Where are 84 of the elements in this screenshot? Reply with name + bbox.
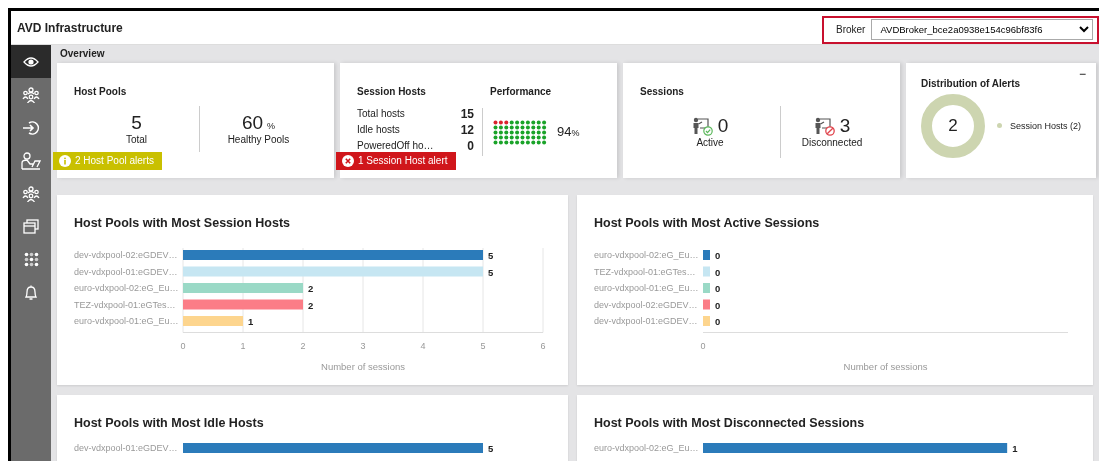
category-label: dev-vdxpool-01:eGDEV… [74, 266, 178, 277]
person-laptop-icon [21, 151, 41, 170]
bar-value-label: 5 [488, 266, 494, 278]
card-title: Sessions [640, 86, 684, 98]
stat-value: 60 [241, 111, 264, 135]
bar-value-label: 2 [308, 283, 314, 294]
chart-title: Host Pools with Most Session Hosts [74, 215, 290, 232]
axis-tick-label: 2 [300, 340, 306, 351]
stat-value: 15 [460, 106, 474, 122]
bar-value-label: 2 [308, 299, 314, 311]
stat-label: PoweredOff ho… [357, 140, 434, 152]
stat-value: 3 [839, 114, 851, 138]
bar-value-label: 0 [715, 266, 721, 278]
presenter-blocked-icon [813, 116, 836, 136]
bar-value-label: 1 [1012, 443, 1018, 454]
axis-tick-label: 5 [480, 340, 486, 351]
category-label: TEZ-vdxpool-01:eGTes… [74, 299, 176, 310]
card-title: Host Pools [74, 86, 127, 98]
sign-in-icon [22, 119, 40, 136]
bar-value-label: 5 [488, 443, 494, 454]
category-label: euro-vdxpool-02:eG_Eu… [74, 283, 179, 293]
category-label: euro-vdxpool-01:eG_Eu… [74, 316, 179, 326]
axis-title: Number of sessions [321, 360, 405, 372]
broker-label: Broker [836, 23, 866, 37]
unit-label: % [267, 120, 276, 132]
stat-value: 5 [131, 111, 142, 135]
card-title: Performance [490, 86, 552, 98]
bar-value-label: 5 [488, 250, 494, 261]
bar-value-label: 1 [248, 316, 254, 327]
sidebar-item[interactable] [11, 45, 51, 78]
bar [183, 316, 243, 326]
axis-tick-label: 3 [360, 340, 366, 351]
stat-value: 94 [557, 124, 572, 140]
bar-value-label: 0 [715, 283, 721, 294]
stat-label: Active [696, 137, 724, 150]
eye-icon [23, 55, 39, 68]
category-label: dev-vdxpool-01:eGDEV… [74, 443, 178, 453]
category-label: euro-vdxpool-01:eG_Eu… [594, 283, 699, 293]
people-group-icon [22, 86, 40, 103]
legend-label: Session Hosts (2) [1010, 120, 1082, 132]
donut-total: 2 [948, 115, 958, 137]
window-title: AVD Infrastructure [17, 19, 123, 37]
unit-label: % [571, 128, 580, 139]
bar-value-label: 0 [715, 316, 721, 327]
dots-grid-icon [23, 252, 39, 267]
axis-tick-label: 6 [540, 340, 546, 351]
chart-title: Host Pools with Most Disconnected Sessions [594, 415, 865, 432]
stat-value: 0 [717, 114, 729, 138]
info-icon [59, 155, 71, 167]
broker-dropdown[interactable]: AVDBroker_bce2a0938e154c96bf83f6 [871, 19, 1093, 40]
stat-label: Total [125, 134, 148, 147]
axis-tick-label: 4 [420, 340, 426, 351]
category-label: dev-vdxpool-02:eGDEV… [74, 250, 178, 260]
category-label: euro-vdxpool-02:eG_Eu… [594, 250, 699, 260]
stat-label: Idle hosts [357, 124, 400, 136]
minimize-button[interactable]: − [1079, 68, 1086, 80]
stat-value: 12 [460, 122, 474, 138]
section-title: Overview [59, 47, 106, 61]
health-dot-matrix [493, 119, 549, 145]
chart-title: Host Pools with Most Idle Hosts [74, 415, 264, 432]
chart-title: Host Pools with Most Active Sessions [594, 215, 820, 232]
people-group-icon [22, 185, 40, 202]
bell-icon [24, 284, 38, 301]
axis-tick-label: 0 [700, 340, 706, 351]
stat-value: 0 [467, 138, 474, 154]
axis-tick-label: 1 [240, 340, 246, 351]
windows-icon [23, 219, 39, 234]
bar-value-label: 0 [715, 250, 721, 261]
error-icon [342, 155, 354, 167]
stat-label: Total hosts [357, 108, 405, 120]
category-label: dev-vdxpool-02:eGDEV… [594, 299, 698, 310]
card-title: Distribution of Alerts [921, 78, 1021, 90]
card-title: Session Hosts [357, 86, 426, 98]
alert-badge[interactable]: 1 Session Host alert [336, 152, 456, 170]
axis-tick-label: 0 [180, 340, 186, 351]
stat-label: Healthy Pools [227, 134, 290, 147]
category-label: TEZ-vdxpool-01:eGTes… [594, 266, 696, 277]
presenter-check-icon [691, 116, 714, 136]
stat-label: Disconnected [801, 137, 863, 150]
bar-value-label: 0 [715, 299, 721, 311]
donut-chart [921, 94, 985, 158]
axis-title: Number of sessions [843, 360, 928, 372]
category-label: dev-vdxpool-01:eGDEV… [594, 316, 698, 326]
category-label: euro-vdxpool-02:eG_Eu… [594, 443, 699, 453]
